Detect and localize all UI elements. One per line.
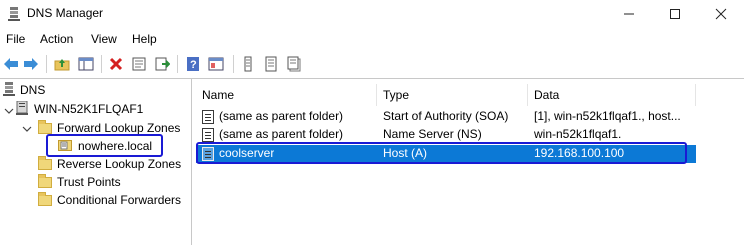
- toolbar-separator: [177, 55, 178, 73]
- minimize-button[interactable]: [606, 0, 652, 28]
- show-hide-tree-icon[interactable]: [76, 54, 96, 74]
- chevron-down-icon[interactable]: [22, 123, 32, 133]
- tree-label-forward-lookup-zones: Forward Lookup Zones: [57, 121, 181, 135]
- column-header-data[interactable]: Data: [528, 84, 696, 106]
- tree-label-trust-points: Trust Points: [57, 175, 121, 189]
- record-icon: [202, 128, 214, 142]
- help-icon[interactable]: ?: [183, 54, 203, 74]
- record-icon-2[interactable]: [261, 54, 281, 74]
- table-row[interactable]: (same as parent folder) Start of Authori…: [196, 108, 696, 126]
- folder-icon: [38, 173, 52, 188]
- record-type: Start of Authority (SOA): [383, 109, 509, 123]
- close-button[interactable]: [698, 0, 744, 28]
- menu-help[interactable]: Help: [132, 32, 157, 46]
- tree-item-dns[interactable]: DNS: [3, 81, 45, 99]
- record-name: (same as parent folder): [219, 127, 344, 141]
- tree-item-nowhere-local[interactable]: nowhere.local: [58, 137, 152, 155]
- dns-server-icon: [3, 81, 15, 99]
- tree-item-server[interactable]: WIN-N52K1FLQAF1: [16, 100, 143, 118]
- records-list: Name Type Data (same as parent folder) S…: [196, 84, 744, 245]
- toolbar-separator: [46, 55, 47, 73]
- tree-label-server: WIN-N52K1FLQAF1: [34, 102, 144, 116]
- record-data: [1], win-n52k1flqaf1., host...: [534, 109, 681, 123]
- menu-file[interactable]: File: [6, 32, 25, 46]
- record-data: win-n52k1flqaf1.: [534, 127, 622, 141]
- console-tree: DNS WIN-N52K1FLQAF1 Forward Lookup Zones…: [0, 79, 192, 245]
- window-title: DNS Manager: [27, 6, 104, 20]
- tree-label-conditional-forwarders: Conditional Forwarders: [57, 193, 182, 207]
- view-icon[interactable]: [206, 54, 226, 74]
- record-name: (same as parent folder): [219, 109, 344, 123]
- folder-icon: [38, 155, 52, 170]
- selected-record-highlight: [196, 142, 687, 164]
- zone-icon: [58, 138, 72, 154]
- back-icon[interactable]: [1, 54, 21, 74]
- tree-item-reverse-lookup-zones[interactable]: Reverse Lookup Zones: [38, 155, 181, 173]
- properties-icon[interactable]: [129, 54, 149, 74]
- up-folder-icon[interactable]: [52, 54, 72, 74]
- tree-item-trust-points[interactable]: Trust Points: [38, 173, 121, 191]
- svg-text:?: ?: [190, 59, 197, 71]
- toolbar-separator: [233, 55, 234, 73]
- column-header-name[interactable]: Name: [196, 84, 377, 106]
- server-icon: [16, 100, 28, 118]
- tree-label-reverse-lookup-zones: Reverse Lookup Zones: [57, 157, 182, 171]
- toolbar: ?: [0, 50, 744, 79]
- delete-icon[interactable]: [106, 54, 126, 74]
- record-type: Name Server (NS): [383, 127, 482, 141]
- folder-icon: [38, 191, 52, 206]
- menu-view[interactable]: View: [91, 32, 117, 46]
- folder-icon: [38, 119, 52, 134]
- toolbar-separator: [101, 55, 102, 73]
- tree-label-dns: DNS: [20, 83, 46, 97]
- menu-bar: File Action View Help: [0, 29, 744, 50]
- record-icon: [202, 110, 214, 124]
- record-icon-3[interactable]: [284, 54, 304, 74]
- title-bar: DNS Manager: [0, 0, 744, 28]
- tree-item-conditional-forwarders[interactable]: Conditional Forwarders: [38, 191, 181, 209]
- export-list-icon[interactable]: [152, 54, 172, 74]
- chevron-down-icon[interactable]: [4, 105, 14, 115]
- menu-action[interactable]: Action: [40, 32, 73, 46]
- maximize-button[interactable]: [652, 0, 698, 28]
- dns-manager-app-icon: [7, 6, 21, 22]
- forward-icon[interactable]: [21, 54, 41, 74]
- record-icon-1[interactable]: [238, 54, 258, 74]
- column-header-type[interactable]: Type: [377, 84, 528, 106]
- tree-label-nowhere-local: nowhere.local: [78, 139, 153, 153]
